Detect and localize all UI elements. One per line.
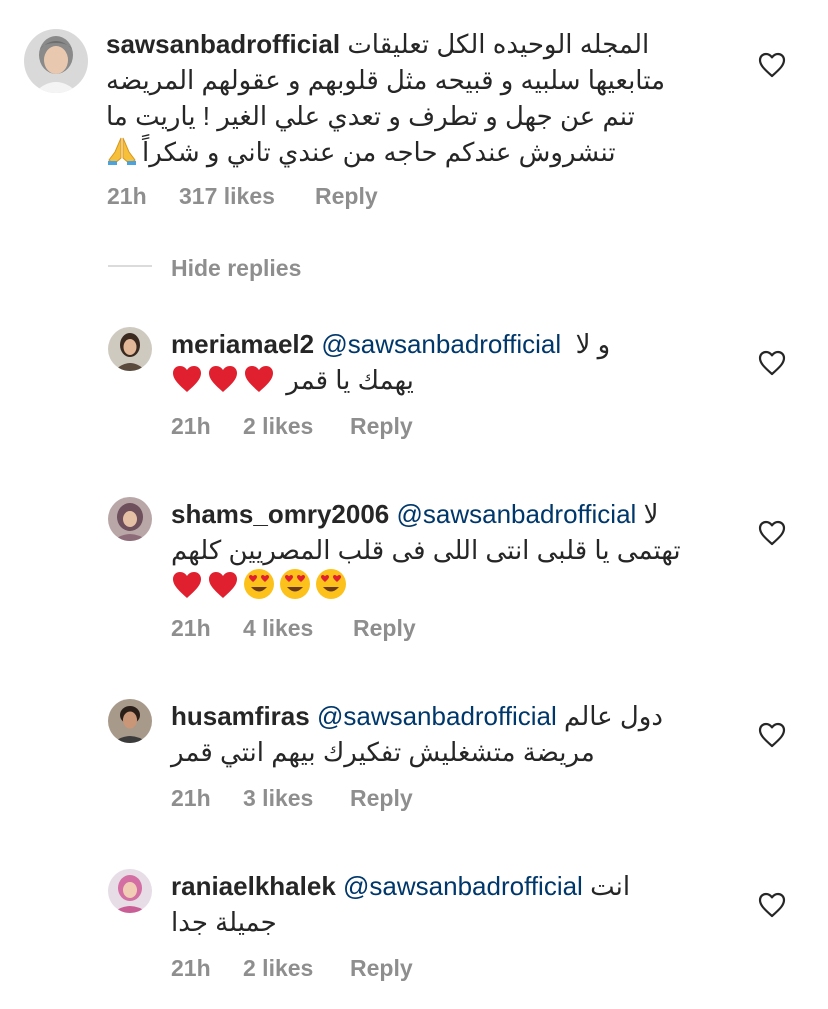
comment-time: 21h xyxy=(171,615,211,641)
mention-link[interactable]: @sawsanbadrofficial xyxy=(317,701,557,731)
heart-outline-icon[interactable] xyxy=(758,892,786,918)
red-heart-emoji xyxy=(171,570,203,600)
red-heart-emoji xyxy=(207,364,239,394)
comment-likes[interactable]: 317 likes xyxy=(179,183,275,210)
mention-link[interactable]: @sawsanbadrofficial xyxy=(321,329,561,359)
comment-likes[interactable]: 4 likes xyxy=(243,615,313,642)
reply-text: raniaelkhalek @sawsanbadrofficial انت جم… xyxy=(171,871,631,937)
comment-time: 21h xyxy=(107,183,147,209)
reply-text: meriamael2 @sawsanbadrofficial و لا يهمك… xyxy=(171,329,611,395)
comment-username[interactable]: meriamael2 xyxy=(171,329,314,359)
reply-meta: 21h 3 likes Reply xyxy=(0,785,828,813)
red-heart-emoji xyxy=(207,570,239,600)
reply-emojis xyxy=(171,365,286,395)
comment-username[interactable]: husamfiras xyxy=(171,701,310,731)
mention-link[interactable]: @sawsanbadrofficial xyxy=(397,499,637,529)
comment-time: 21h xyxy=(171,785,211,811)
avatar-shams-omry2006[interactable] xyxy=(108,497,152,541)
heart-outline-icon[interactable] xyxy=(758,52,786,78)
hide-replies-button[interactable]: Hide replies xyxy=(171,255,301,282)
heart-eyes-emoji xyxy=(243,568,275,600)
divider-line xyxy=(108,265,152,267)
main-comment-line-2: متابعيها سلبيه و قبيحه مثل قلوبهم و عقول… xyxy=(106,65,665,95)
heart-outline-icon[interactable] xyxy=(758,350,786,376)
comment-time: 21h xyxy=(171,413,211,439)
red-heart-emoji xyxy=(171,364,203,394)
comment-username[interactable]: sawsanbadrofficial xyxy=(106,29,340,59)
comment-likes[interactable]: 3 likes xyxy=(243,785,313,812)
avatar-raniaelkhalek[interactable] xyxy=(108,869,152,913)
reply-button[interactable]: Reply xyxy=(350,955,413,982)
reply-button[interactable]: Reply xyxy=(315,183,378,210)
reply-text: husamfiras @sawsanbadrofficial دول عالم … xyxy=(171,701,663,767)
reply-meta: 21h 2 likes Reply xyxy=(0,955,828,983)
avatar-sawsanbadrofficial[interactable] xyxy=(24,29,88,93)
main-comment-text: sawsanbadrofficial المجله الوحيده الكل ت… xyxy=(106,26,665,170)
reply-text: shams_omry2006 @sawsanbadrofficial لا ته… xyxy=(171,496,681,604)
reply-button[interactable]: Reply xyxy=(350,785,413,812)
comment-username[interactable]: raniaelkhalek xyxy=(171,871,336,901)
mention-link[interactable]: @sawsanbadrofficial xyxy=(343,871,583,901)
avatar-husamfiras[interactable] xyxy=(108,699,152,743)
comment-likes[interactable]: 2 likes xyxy=(243,955,313,982)
reply-button[interactable]: Reply xyxy=(350,413,413,440)
red-heart-emoji xyxy=(243,364,275,394)
heart-eyes-emoji xyxy=(279,568,311,600)
comment-username[interactable]: shams_omry2006 xyxy=(171,499,389,529)
folded-hands-emoji xyxy=(106,136,138,166)
reply-meta: 21h 2 likes Reply xyxy=(0,413,828,441)
reply-meta: 21h 4 likes Reply xyxy=(0,615,828,643)
main-comment-line-4: تنشروش عندكم حاجه من عندي تاني و شكراً xyxy=(106,134,665,170)
main-comment-line-3: تنم عن جهل و تطرف و تعدي علي الغير ! يار… xyxy=(106,101,635,131)
heart-eyes-emoji xyxy=(315,568,347,600)
heart-outline-icon[interactable] xyxy=(758,722,786,748)
avatar-meriamael2[interactable] xyxy=(108,327,152,371)
main-comment-meta: 21h 317 likes Reply xyxy=(0,183,828,211)
comment-likes[interactable]: 2 likes xyxy=(243,413,313,440)
main-comment-line-1: sawsanbadrofficial المجله الوحيده الكل ت… xyxy=(106,29,650,59)
reply-button[interactable]: Reply xyxy=(353,615,416,642)
reply-emojis xyxy=(171,568,681,604)
heart-outline-icon[interactable] xyxy=(758,520,786,546)
comment-time: 21h xyxy=(171,955,211,981)
